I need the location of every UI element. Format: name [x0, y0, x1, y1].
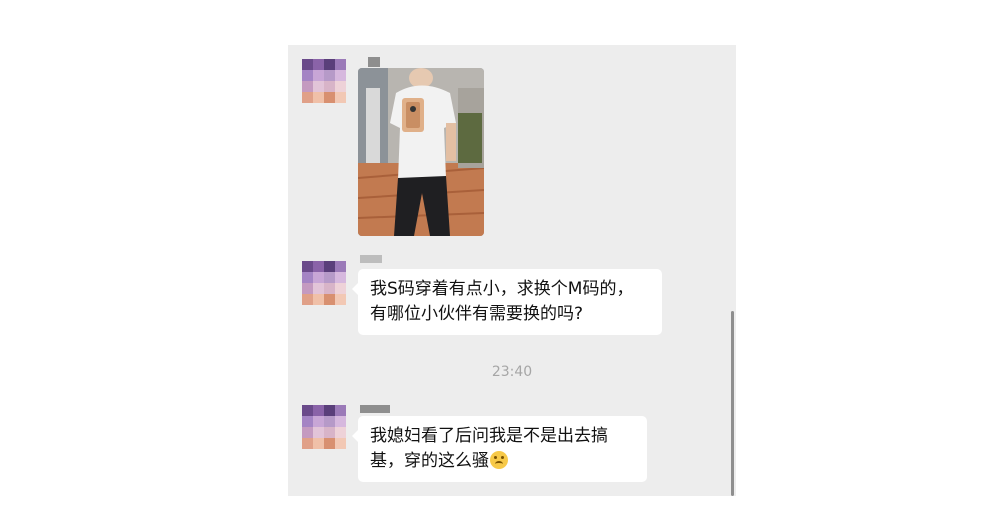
scrollbar[interactable]: [731, 311, 734, 496]
text-message[interactable]: 我S码穿着有点小，求换个M码的，有哪位小伙伴有需要换的吗?: [352, 269, 662, 335]
sender-name: [360, 255, 382, 263]
chat-panel: 我S码穿着有点小，求换个M码的，有哪位小伙伴有需要换的吗? 23:40 我媳妇看…: [288, 45, 736, 496]
timestamp: 23:40: [491, 364, 533, 380]
avatar[interactable]: [302, 59, 346, 103]
image-message[interactable]: [358, 68, 484, 236]
message-text: 我媳妇看了后问我是不是出去搞基，穿的这么骚: [370, 426, 608, 471]
avatar[interactable]: [302, 405, 346, 449]
photo-content: [358, 68, 484, 236]
message-text: 我S码穿着有点小，求换个M码的，有哪位小伙伴有需要换的吗?: [370, 279, 634, 324]
sender-name: [368, 57, 380, 67]
text-message[interactable]: 我媳妇看了后问我是不是出去搞基，穿的这么骚: [352, 416, 647, 482]
avatar[interactable]: [302, 261, 346, 305]
sender-name: [360, 405, 390, 413]
crying-laughing-emoji-icon: [490, 451, 508, 469]
